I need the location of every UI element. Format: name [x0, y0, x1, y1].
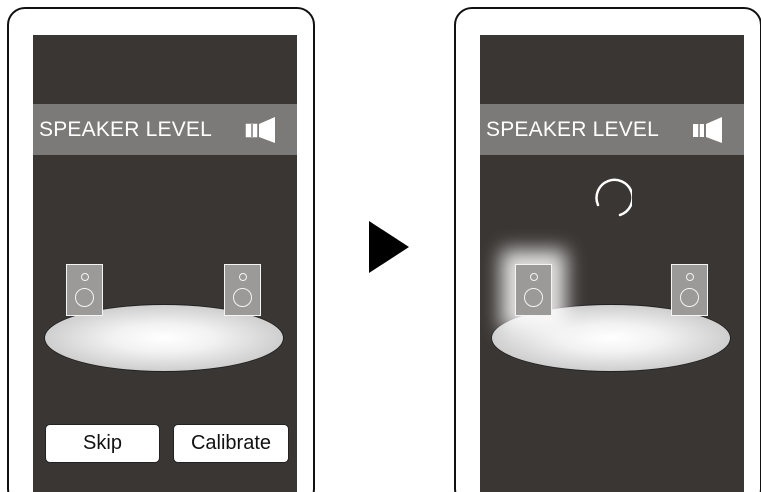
speaker-icon	[245, 117, 275, 143]
speaker-level-screen-calibrating: SPEAKER LEVEL	[480, 35, 744, 492]
calibrate-button[interactable]: Calibrate	[173, 424, 289, 463]
play-arrow-icon	[369, 221, 409, 273]
header-bar: SPEAKER LEVEL	[33, 104, 297, 155]
woofer-icon	[680, 288, 699, 307]
speaker-level-screen: SPEAKER LEVEL Skip Calibrate	[33, 35, 297, 492]
tweeter-icon	[686, 273, 694, 281]
woofer-icon	[233, 288, 252, 307]
woofer-icon	[524, 288, 543, 307]
skip-button[interactable]: Skip	[45, 424, 160, 463]
speaker-front-right	[671, 264, 708, 316]
speaker-icon	[693, 117, 722, 143]
phone-frame-before: SPEAKER LEVEL Skip Calibrate	[7, 7, 315, 492]
tweeter-icon	[81, 273, 89, 281]
header-title: SPEAKER LEVEL	[486, 118, 660, 141]
speaker-front-left-active	[515, 264, 552, 316]
header-bar: SPEAKER LEVEL	[480, 104, 744, 155]
storyboard: SPEAKER LEVEL Skip Calibrate SPEAKER LEV…	[0, 0, 761, 492]
tweeter-icon	[239, 273, 247, 281]
phone-frame-after: SPEAKER LEVEL	[454, 7, 761, 492]
spinner-icon	[595, 178, 632, 217]
woofer-icon	[75, 288, 94, 307]
speaker-front-left	[66, 264, 103, 316]
tweeter-icon	[530, 273, 538, 281]
speaker-front-right	[224, 264, 261, 316]
header-title: SPEAKER LEVEL	[39, 118, 213, 141]
